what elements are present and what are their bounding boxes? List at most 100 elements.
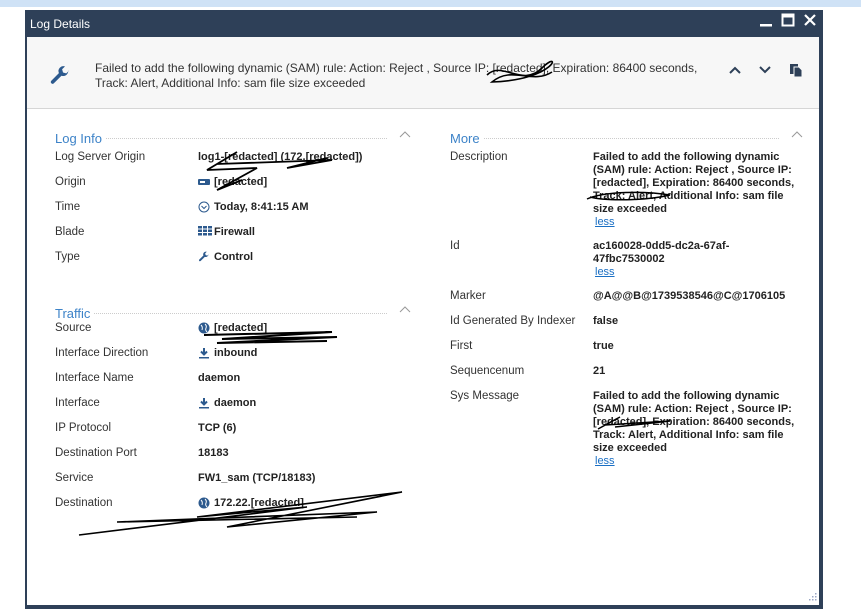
field-value-text: Today, 8:41:15 AM: [214, 201, 309, 213]
field-value: Firewall: [198, 226, 255, 238]
wrench-icon: [198, 251, 210, 263]
field-value: true: [593, 340, 798, 353]
field-value: daemon: [198, 372, 240, 384]
field-label: Interface Name: [55, 372, 134, 384]
maximize-button[interactable]: [778, 13, 798, 33]
field-value: false: [593, 315, 798, 328]
minimize-button[interactable]: [756, 13, 776, 33]
field-row: Source [redacted]: [55, 322, 413, 347]
field-value-text: daemon: [214, 397, 257, 409]
field-value: TCP (6): [198, 422, 236, 434]
previous-log-button[interactable]: [727, 62, 743, 78]
less-link[interactable]: less: [595, 455, 798, 468]
resize-grip-icon[interactable]: [807, 593, 817, 603]
field-value: [redacted]: [198, 176, 267, 188]
field-value: 21: [593, 365, 798, 378]
field-value-text: TCP (6): [198, 422, 237, 434]
background-app-strip: [0, 0, 861, 7]
field-label: Origin: [55, 176, 86, 188]
log-message: Failed to add the following dynamic (SAM…: [95, 61, 725, 91]
field-label: Log Server Origin: [55, 151, 146, 163]
field-value: Control: [198, 251, 253, 263]
minimize-icon: [760, 24, 772, 27]
field-value-text: daemon: [198, 372, 241, 384]
log-info-header[interactable]: Log Info: [55, 128, 413, 146]
field-value: Failed to add the following dynamic (SAM…: [593, 390, 798, 468]
field-row: Log Server Origin log1-[redacted] (172.[r…: [55, 151, 413, 176]
copy-button[interactable]: [788, 62, 804, 78]
field-value-text: true: [593, 340, 614, 352]
field-value: log1-[redacted] (172.[redacted]): [198, 151, 362, 163]
field-row: IP Protocol TCP (6): [55, 422, 413, 447]
field-value: inbound: [198, 347, 257, 359]
collapse-chevron-icon[interactable]: [399, 130, 411, 140]
copy-icon: [790, 64, 803, 78]
field-row: Interface daemon: [55, 397, 413, 422]
field-row: Destination 172.22.[redacted]: [55, 497, 413, 522]
field-label: Interface Direction: [55, 347, 149, 359]
field-value-text: @A@@B@1739538546@C@1706105: [593, 290, 786, 302]
field-label: Id: [450, 240, 460, 252]
field-label: Destination: [55, 497, 113, 509]
field-label: Source: [55, 322, 92, 334]
field-value: 18183: [198, 447, 229, 459]
close-button[interactable]: [800, 13, 820, 33]
field-value: Failed to add the following dynamic (SAM…: [593, 151, 798, 229]
field-row: Interface Direction inbound: [55, 347, 413, 372]
field-row: Origin [redacted]: [55, 176, 413, 201]
field-value-text: [redacted]: [214, 322, 268, 334]
window-content: Failed to add the following dynamic (SAM…: [27, 37, 819, 605]
field-value: [redacted]: [198, 322, 267, 334]
collapse-chevron-icon[interactable]: [399, 305, 411, 315]
less-link[interactable]: less: [595, 266, 798, 279]
field-row: Blade Firewall: [55, 226, 413, 251]
field-row: Id Generated By Indexer false: [450, 315, 805, 340]
field-value-text: 21: [593, 365, 606, 377]
field-value-text: 18183: [198, 447, 229, 459]
field-label: Description: [450, 151, 508, 163]
field-value: @A@@B@1739538546@C@1706105: [593, 290, 798, 303]
field-row: Service FW1_sam (TCP/18183): [55, 472, 413, 497]
field-value: FW1_sam (TCP/18183): [198, 472, 315, 484]
more-header[interactable]: More: [450, 128, 805, 146]
field-label: Time: [55, 201, 81, 213]
more-section: More Description Failed to add the follow…: [450, 128, 805, 479]
field-row: Time Today, 8:41:15 AM: [55, 201, 413, 226]
traffic-section: Traffic Source [redacted] Interface Direct…: [55, 303, 413, 522]
field-row: Description Failed to add the following d…: [450, 151, 805, 240]
title-bar[interactable]: Log Details: [25, 10, 823, 37]
field-label: Type: [55, 251, 80, 263]
field-value-text: Firewall: [214, 226, 255, 238]
chevron-up-icon: [729, 66, 741, 74]
traffic-header[interactable]: Traffic: [55, 303, 413, 321]
field-row: Type Control: [55, 251, 413, 276]
wrench-icon: [50, 66, 70, 84]
field-row: First true: [450, 340, 805, 365]
field-row: Marker @A@@B@1739538546@C@1706105: [450, 290, 805, 315]
field-row: Interface Name daemon: [55, 372, 413, 397]
close-icon: [804, 14, 816, 26]
firewall-icon: [198, 226, 212, 238]
field-value-text: Failed to add the following dynamic (SAM…: [593, 390, 795, 454]
download-arrow-icon: [198, 397, 210, 409]
collapse-chevron-icon[interactable]: [791, 130, 803, 140]
field-label: First: [450, 340, 473, 352]
field-label: Marker: [450, 290, 486, 302]
field-value-text: Control: [214, 251, 254, 263]
field-label: Destination Port: [55, 447, 137, 459]
next-log-button[interactable]: [757, 62, 773, 78]
chevron-down-icon: [759, 66, 771, 74]
log-header: Failed to add the following dynamic (SAM…: [27, 37, 819, 109]
log-message-line1: Failed to add the following dynamic (SAM…: [95, 61, 698, 75]
globe-icon: [198, 497, 210, 509]
field-value: Today, 8:41:15 AM: [198, 201, 309, 213]
window-title: Log Details: [30, 17, 91, 31]
download-arrow-icon: [198, 347, 210, 359]
field-label: Interface: [55, 397, 100, 409]
gateway-icon: [198, 176, 210, 188]
field-label: Blade: [55, 226, 85, 238]
more-title: More: [450, 131, 484, 146]
field-value-text: ac160028-0dd5-dc2a-67af-47fbc7530002: [593, 240, 730, 265]
less-link[interactable]: less: [595, 216, 798, 229]
log-info-title: Log Info: [55, 131, 106, 146]
